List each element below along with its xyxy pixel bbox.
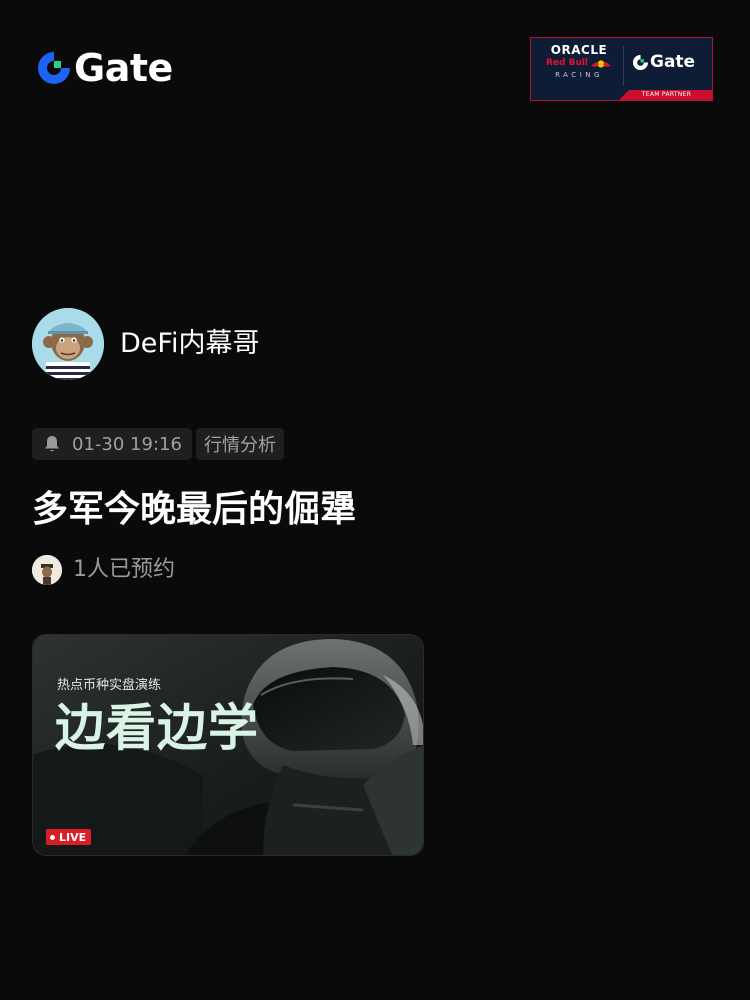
gate-logo-icon: [38, 52, 70, 84]
live-dot-icon: [50, 834, 55, 840]
author-name[interactable]: DeFi内幕哥: [120, 327, 259, 361]
live-badge-text: LIVE: [59, 830, 87, 844]
live-card-headline: 边看边学: [55, 699, 259, 757]
page: Gate ORACLE Red Bull RACING Gate TEAM PA…: [0, 0, 750, 1000]
bell-icon: [45, 436, 59, 452]
racing-text: RACING: [555, 71, 603, 79]
author-avatar[interactable]: [32, 308, 104, 380]
booking-info: 1人已预约: [32, 555, 175, 585]
user-avatar-icon: [32, 555, 62, 585]
team-partner-ribbon: TEAM PARTNER: [619, 90, 712, 100]
schedule-time-text: 01-30 19:16: [72, 433, 182, 455]
bored-ape-avatar-icon: [32, 308, 104, 380]
category-tag[interactable]: 行情分析: [196, 428, 284, 460]
booking-count-text: 1人已预约: [73, 557, 175, 582]
live-stream-card[interactable]: 热点币种实盘演练 边看边学 LIVE: [32, 634, 424, 856]
team-partner-badge: ORACLE Red Bull RACING Gate TEAM PARTNER: [530, 37, 713, 101]
oracle-text: ORACLE: [550, 43, 608, 57]
badge-divider: [623, 46, 624, 86]
gate-logo[interactable]: Gate: [36, 46, 173, 90]
booked-user-avatar: [32, 555, 62, 585]
partner-gate-logo: Gate: [632, 53, 695, 71]
live-badge: LIVE: [46, 829, 92, 845]
schedule-time-chip: 01-30 19:16: [32, 428, 192, 460]
gate-logo-text: Gate: [74, 46, 173, 90]
live-card-subtitle: 热点币种实盘演练: [57, 678, 162, 693]
redbull-icon: [591, 59, 612, 68]
gate-logo-small-icon: [632, 54, 649, 70]
oracle-redbull-racing-logo: ORACLE Red Bull RACING: [539, 44, 619, 80]
post-title: 多军今晚最后的倔犟: [32, 489, 357, 530]
partner-gate-text: Gate: [650, 52, 696, 72]
redbull-text: Red Bull: [545, 58, 589, 68]
